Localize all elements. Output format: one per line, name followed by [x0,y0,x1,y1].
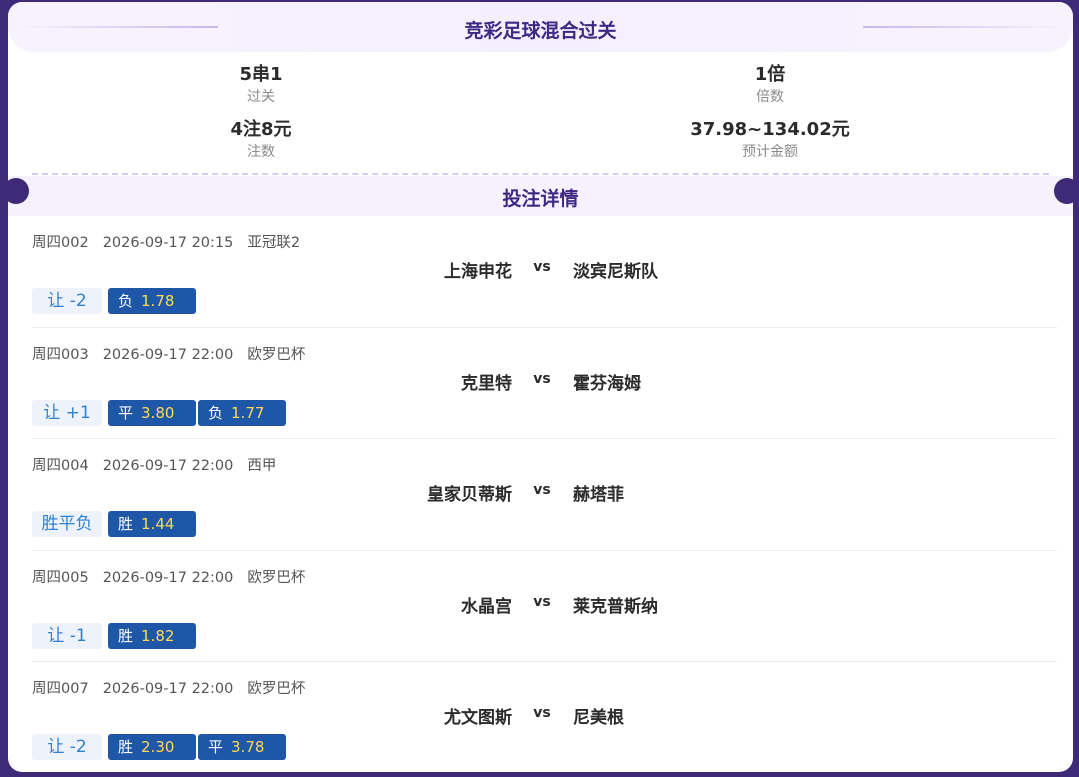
match-time: 2026-09-17 22:00 [102,569,234,586]
match-league: 欧罗巴杯 [247,346,306,363]
play-type-badge: 让 -1 [32,622,102,649]
summary-label: 注数 [247,144,275,160]
vs-label: vs [533,593,551,610]
pick-chip: 负 1.78 [108,288,196,314]
match-code: 周四005 [32,569,89,586]
summary-multiple: 1倍 倍数 [620,64,920,107]
match-code: 周四004 [32,458,89,474]
pick-result: 胜 [118,738,134,756]
match-meta: 周四002 2026-09-17 20:15 亚冠联2 [32,231,314,252]
match-code: 周四003 [32,346,89,363]
summary-bets: 4注8元 注数 [111,119,411,162]
pick-odd: 2.30 [141,738,175,756]
page-title: 竞彩足球混合过关 [464,20,617,42]
pick-odd: 1.78 [141,292,175,310]
match-meta: 周四003 2026-09-17 22:00 欧罗巴杯 [32,343,319,364]
summary-label: 预计金额 [742,144,798,160]
pick-chip: 胜 1.82 [108,622,196,649]
play-type-badge: 让 -2 [32,288,102,314]
match-list: 周四002 2026-09-17 20:15 亚冠联2 上海申花 vs 淡宾尼斯队 … [8,216,1073,772]
pick-chip: 胜 2.30 [108,734,196,760]
match-time: 2026-09-17 22:00 [102,458,234,474]
match-teams: 克里特 vs 霍芬海姆 [32,369,1057,394]
pick-result: 负 [118,292,134,310]
match-row: 周四005 2026-09-17 22:00 欧罗巴杯 水晶宫 vs 莱克普斯纳 让… [32,551,1057,662]
away-team: 莱克普斯纳 [573,596,658,617]
detail-title: 投注详情 [502,188,579,210]
pick-result: 负 [208,403,224,422]
match-league: 欧罗巴杯 [247,681,306,697]
away-team: 淡宾尼斯队 [573,262,658,282]
match-row: 周四007 2026-09-17 22:00 欧罗巴杯 尤文图斯 vs 尼美根 让 … [32,662,1057,772]
pick-result: 平 [118,403,134,422]
pick-result: 胜 [118,626,134,645]
summary-value: 37.98~134.02元 [690,119,850,140]
summary-value: 1倍 [754,64,786,85]
play-type-badge: 让 -2 [32,734,102,760]
home-team: 皇家贝蒂斯 [427,485,512,505]
pick-chip: 负 1.77 [198,399,286,426]
vs-label: vs [533,370,551,387]
match-time: 2026-09-17 22:00 [102,681,234,697]
match-teams: 尤文图斯 vs 尼美根 [32,703,1057,728]
summary-label: 过关 [247,89,275,105]
match-code: 周四007 [32,681,89,697]
match-time: 2026-09-17 22:00 [102,346,234,363]
pick-odd: 1.77 [231,403,265,422]
summary-pass-type: 5串1 过关 [111,64,411,107]
pick-chip: 胜 1.44 [108,511,196,537]
bet-row: 胜平负 胜 1.44 [32,511,198,537]
pick-odd: 3.78 [231,738,265,756]
bet-row: 让 -1 胜 1.82 [32,622,198,649]
play-type-badge: 让 +1 [32,399,102,426]
bet-ticket-card: 竞彩足球混合过关 5串1 过关 1倍 倍数 4注8元 注数 37.98~134.… [8,2,1073,772]
match-meta: 周四005 2026-09-17 22:00 欧罗巴杯 [32,566,319,587]
match-meta: 周四007 2026-09-17 22:00 欧罗巴杯 [32,677,319,698]
pick-chip: 平 3.80 [108,399,196,426]
match-teams: 皇家贝蒂斯 vs 赫塔菲 [32,480,1057,505]
home-team: 上海申花 [444,262,512,282]
home-team: 尤文图斯 [444,708,512,728]
dashed-divider [32,173,1049,175]
match-meta: 周四004 2026-09-17 22:00 西甲 [32,454,290,475]
home-team: 克里特 [461,373,512,394]
match-row: 周四002 2026-09-17 20:15 亚冠联2 上海申花 vs 淡宾尼斯队 … [32,216,1057,328]
pick-odd: 1.82 [141,626,175,645]
away-team: 尼美根 [573,708,624,728]
match-league: 欧罗巴杯 [247,569,306,586]
pick-chip: 平 3.78 [198,734,286,760]
bet-row: 让 -2 负 1.78 [32,288,198,314]
match-row: 周四003 2026-09-17 22:00 欧罗巴杯 克里特 vs 霍芬海姆 让 … [32,328,1057,439]
match-row: 周四004 2026-09-17 22:00 西甲 皇家贝蒂斯 vs 赫塔菲 胜平负… [32,439,1057,551]
pick-odd: 1.44 [141,515,175,533]
match-teams: 水晶宫 vs 莱克普斯纳 [32,592,1057,617]
bet-row: 让 +1 平 3.80 负 1.77 [32,399,288,426]
match-code: 周四002 [32,235,89,251]
play-type-badge: 胜平负 [32,511,102,537]
summary-label: 倍数 [756,89,784,105]
summary-amount: 37.98~134.02元 预计金额 [620,119,920,162]
title-bar: 竞彩足球混合过关 [8,2,1073,52]
pick-result: 平 [208,738,224,756]
match-time: 2026-09-17 20:15 [102,235,234,251]
bet-row: 让 -2 胜 2.30 平 3.78 [32,734,288,760]
summary-value: 4注8元 [230,119,292,140]
away-team: 赫塔菲 [573,485,624,505]
vs-label: vs [533,705,551,721]
away-team: 霍芬海姆 [573,373,641,394]
summary-value: 5串1 [239,64,283,85]
pick-result: 胜 [118,515,134,533]
match-teams: 上海申花 vs 淡宾尼斯队 [32,257,1057,282]
match-league: 亚冠联2 [247,235,301,251]
vs-label: vs [533,259,551,275]
pick-odd: 3.80 [141,403,175,422]
match-league: 西甲 [247,458,277,474]
vs-label: vs [533,482,551,498]
home-team: 水晶宫 [461,596,512,617]
